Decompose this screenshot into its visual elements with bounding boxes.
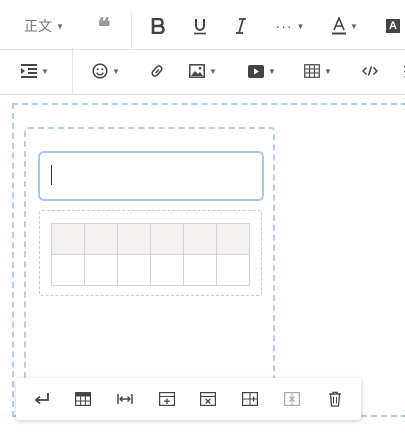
- bold-icon: [151, 18, 165, 34]
- table-cell[interactable]: [84, 254, 118, 286]
- insert-column-icon: [242, 392, 258, 406]
- table-dropdown[interactable]: ▼: [301, 48, 335, 94]
- table-header-icon: [75, 392, 91, 406]
- code-icon: [362, 66, 378, 76]
- table-icon: [304, 64, 320, 78]
- chevron-down-icon: ▼: [296, 21, 305, 31]
- code-button[interactable]: [356, 48, 384, 94]
- delete-column-button[interactable]: [276, 378, 308, 420]
- insert-column-button[interactable]: [234, 378, 266, 420]
- table-cell[interactable]: [117, 223, 151, 255]
- text-input-box[interactable]: [38, 151, 264, 201]
- background-color-button[interactable]: A: [386, 3, 405, 49]
- indent-icon: [21, 64, 38, 78]
- toolbar-row-1: 正文 ▼ ❝ ··· ▼ ▼ A: [0, 3, 405, 49]
- paragraph-style-label: 正文: [24, 18, 53, 34]
- delete-row-icon: [200, 392, 216, 406]
- chevron-down-icon: ▼: [41, 66, 49, 76]
- paragraph-style-dropdown[interactable]: 正文 ▼: [18, 3, 70, 49]
- quote-button[interactable]: ❝: [86, 3, 122, 49]
- delete-table-button[interactable]: [319, 378, 351, 420]
- italic-icon: [236, 18, 246, 34]
- image-dropdown[interactable]: ▼: [186, 48, 220, 94]
- smiley-icon: [92, 63, 108, 79]
- link-icon: [151, 65, 163, 77]
- more-icon: ···: [275, 18, 293, 34]
- insert-row-icon: [159, 392, 175, 406]
- link-button[interactable]: [142, 48, 172, 94]
- emoji-dropdown[interactable]: ▼: [89, 48, 123, 94]
- chevron-down-icon: ▼: [350, 21, 358, 31]
- chevron-down-icon: ▼: [209, 66, 217, 76]
- toolbar-row-2: ▼ ▼ ▼ ▼ ▼ ⋮: [0, 48, 405, 94]
- editor-area[interactable]: [0, 98, 405, 440]
- font-color-icon: [332, 17, 347, 35]
- quote-icon: ❝: [97, 11, 111, 41]
- table-cell[interactable]: [51, 223, 85, 255]
- enter-icon: [34, 393, 49, 405]
- table-header-row: [51, 223, 250, 255]
- italic-button[interactable]: [225, 3, 257, 49]
- font-color-dropdown[interactable]: ▼: [325, 3, 365, 49]
- table-cell[interactable]: [183, 223, 217, 255]
- chevron-down-icon: ▼: [324, 66, 332, 76]
- indent-dropdown[interactable]: ▼: [18, 48, 52, 94]
- video-dropdown[interactable]: ▼: [245, 48, 279, 94]
- table-row: [51, 254, 250, 286]
- more-format-dropdown[interactable]: ··· ▼: [270, 3, 310, 49]
- table-header-button[interactable]: [67, 378, 99, 420]
- expand-width-icon: [117, 394, 133, 404]
- text-cursor: [51, 165, 52, 185]
- table-cell[interactable]: [150, 254, 184, 286]
- table-cell[interactable]: [150, 223, 184, 255]
- trash-icon: [329, 391, 341, 407]
- chevron-down-icon: ▼: [56, 21, 64, 31]
- table-container[interactable]: [39, 210, 262, 296]
- chevron-down-icon: ▼: [268, 66, 276, 76]
- delete-column-icon: [284, 392, 300, 406]
- table-cell[interactable]: [216, 223, 250, 255]
- content-table[interactable]: [51, 223, 250, 286]
- table-cell[interactable]: [117, 254, 151, 286]
- full-width-button[interactable]: [109, 378, 141, 420]
- video-icon: [248, 64, 265, 78]
- chevron-down-icon: ▼: [112, 66, 120, 76]
- bold-button[interactable]: [142, 3, 174, 49]
- table-cell[interactable]: [84, 223, 118, 255]
- toolbar-bottom-border: [0, 94, 405, 95]
- underline-icon: [194, 18, 206, 34]
- delete-row-button[interactable]: [192, 378, 224, 420]
- insert-line-break-button[interactable]: [26, 378, 58, 420]
- underline-button[interactable]: [184, 3, 216, 49]
- table-floating-toolbar: [16, 378, 361, 420]
- more-vertical-icon: ⋮: [398, 62, 405, 79]
- toolbar-divider: [72, 48, 73, 94]
- toolbar-divider: [131, 11, 132, 49]
- table-cell[interactable]: [51, 254, 85, 286]
- background-color-icon: A: [386, 19, 400, 33]
- more-tools-button[interactable]: ⋮: [398, 48, 405, 94]
- image-icon: [189, 64, 205, 78]
- insert-row-button[interactable]: [151, 378, 183, 420]
- table-cell[interactable]: [183, 254, 217, 286]
- table-cell[interactable]: [216, 254, 250, 286]
